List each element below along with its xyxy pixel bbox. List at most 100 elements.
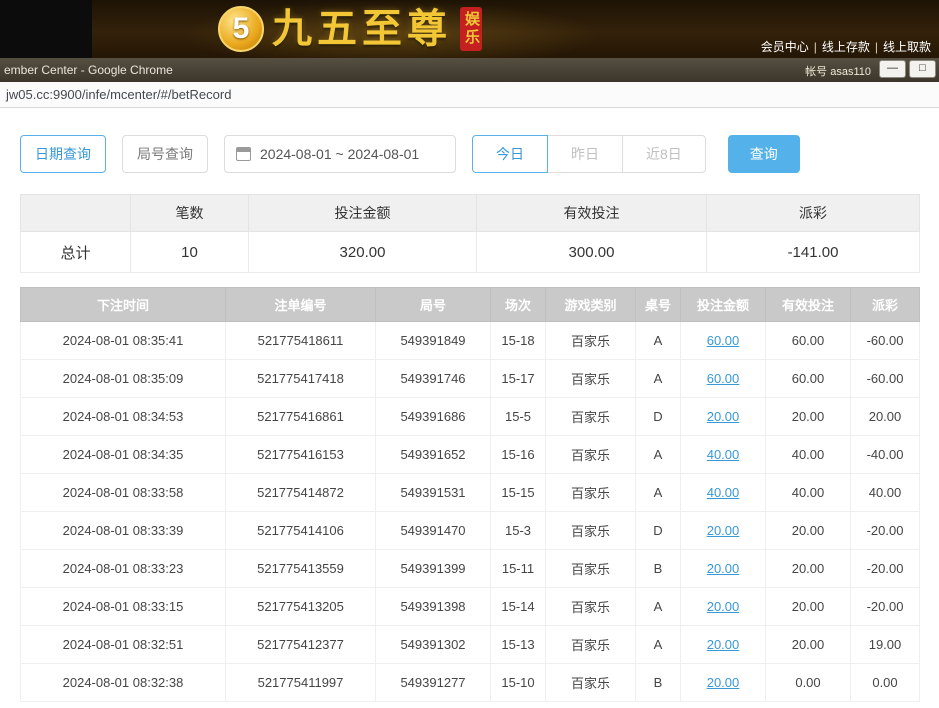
cell-bet-time: 2024-08-01 08:34:35 xyxy=(21,436,226,474)
cell-bet-time: 2024-08-01 08:33:15 xyxy=(21,588,226,626)
cell-session: 15-10 xyxy=(491,664,546,702)
cell-bet-time: 2024-08-01 08:32:38 xyxy=(21,664,226,702)
bet-amount-link[interactable]: 40.00 xyxy=(707,447,740,462)
cell-bet-no: 521775412377 xyxy=(226,626,376,664)
table-row: 2024-08-01 08:35:41 521775418611 5493918… xyxy=(21,322,920,360)
cell-bet-time: 2024-08-01 08:33:58 xyxy=(21,474,226,512)
cell-payout: 0.00 xyxy=(851,664,920,702)
cell-bet-amount: 20.00 xyxy=(681,626,766,664)
summary-valid-bet-value: 300.00 xyxy=(477,232,707,273)
summary-header-bet-amount: 投注金额 xyxy=(249,195,477,232)
table-row: 2024-08-01 08:33:39 521775414106 5493914… xyxy=(21,512,920,550)
cell-table-no: A xyxy=(636,626,681,664)
logo-text: 九五至尊 xyxy=(272,5,452,53)
logo-entertainment-badge: 娱乐 xyxy=(460,7,482,51)
cell-valid-bet: 60.00 xyxy=(766,360,851,398)
table-row: 2024-08-01 08:33:15 521775413205 5493913… xyxy=(21,588,920,626)
col-header-bet-amount: 投注金额 xyxy=(681,288,766,322)
bet-amount-link[interactable]: 20.00 xyxy=(707,637,740,652)
cell-bet-time: 2024-08-01 08:35:09 xyxy=(21,360,226,398)
cell-table-no: A xyxy=(636,588,681,626)
cell-bet-amount: 40.00 xyxy=(681,436,766,474)
top-nav: 会员中心|线上存款|线上取款 xyxy=(761,38,931,55)
cell-session: 15-14 xyxy=(491,588,546,626)
site-logo: 5 九五至尊 娱乐 xyxy=(218,5,482,53)
table-row: 2024-08-01 08:34:53 521775416861 5493916… xyxy=(21,398,920,436)
cell-round-no: 549391277 xyxy=(376,664,491,702)
minimize-button[interactable]: — xyxy=(879,60,906,78)
date-range-value: 2024-08-01 ~ 2024-08-01 xyxy=(260,146,419,162)
bet-amount-link[interactable]: 20.00 xyxy=(707,409,740,424)
quick-yesterday-button[interactable]: 昨日 xyxy=(547,135,623,173)
col-header-bet-time: 下注时间 xyxy=(21,288,226,322)
table-row: 2024-08-01 08:33:23 521775413559 5493913… xyxy=(21,550,920,588)
bet-amount-link[interactable]: 20.00 xyxy=(707,599,740,614)
date-query-tab[interactable]: 日期查询 xyxy=(20,135,106,173)
bet-amount-link[interactable]: 40.00 xyxy=(707,485,740,500)
cell-bet-amount: 20.00 xyxy=(681,398,766,436)
cell-game-type: 百家乐 xyxy=(546,512,636,550)
quick-today-button[interactable]: 今日 xyxy=(472,135,548,173)
cell-round-no: 549391470 xyxy=(376,512,491,550)
col-header-session: 场次 xyxy=(491,288,546,322)
cell-session: 15-15 xyxy=(491,474,546,512)
nav-member-center[interactable]: 会员中心 xyxy=(761,40,809,54)
cell-session: 15-16 xyxy=(491,436,546,474)
cell-game-type: 百家乐 xyxy=(546,322,636,360)
cell-game-type: 百家乐 xyxy=(546,360,636,398)
date-range-input[interactable]: 2024-08-01 ~ 2024-08-01 xyxy=(224,135,456,173)
round-query-tab[interactable]: 局号查询 xyxy=(122,135,208,173)
col-header-table-no: 桌号 xyxy=(636,288,681,322)
cell-bet-amount: 60.00 xyxy=(681,360,766,398)
cell-bet-time: 2024-08-01 08:34:53 xyxy=(21,398,226,436)
cell-round-no: 549391398 xyxy=(376,588,491,626)
browser-urlbar[interactable]: jw05.cc:9900/infe/mcenter/#/betRecord xyxy=(0,82,939,108)
bet-amount-link[interactable]: 60.00 xyxy=(707,333,740,348)
quick-range-group: 今日 昨日 近8日 xyxy=(472,135,706,173)
filter-bar: 日期查询 局号查询 2024-08-01 ~ 2024-08-01 今日 昨日 … xyxy=(20,134,919,174)
nav-online-deposit[interactable]: 线上存款 xyxy=(822,40,870,54)
col-header-valid-bet: 有效投注 xyxy=(766,288,851,322)
account-info: 帐号 asas110 xyxy=(805,63,871,79)
table-row: 2024-08-01 08:32:51 521775412377 5493913… xyxy=(21,626,920,664)
bet-amount-link[interactable]: 60.00 xyxy=(707,371,740,386)
bet-table-body: 2024-08-01 08:35:41 521775418611 5493918… xyxy=(21,322,920,702)
cell-bet-time: 2024-08-01 08:33:23 xyxy=(21,550,226,588)
cell-round-no: 549391746 xyxy=(376,360,491,398)
bet-record-page: 日期查询 局号查询 2024-08-01 ~ 2024-08-01 今日 昨日 … xyxy=(0,108,939,702)
cell-session: 15-5 xyxy=(491,398,546,436)
col-header-bet-no: 注单编号 xyxy=(226,288,376,322)
restore-button[interactable]: □ xyxy=(909,60,936,78)
cell-bet-amount: 20.00 xyxy=(681,588,766,626)
cell-table-no: A xyxy=(636,436,681,474)
summary-header-blank xyxy=(21,195,131,232)
summary-bet-amount-value: 320.00 xyxy=(249,232,477,273)
nav-online-withdraw[interactable]: 线上取款 xyxy=(883,40,931,54)
cell-payout: -60.00 xyxy=(851,360,920,398)
col-header-round-no: 局号 xyxy=(376,288,491,322)
cell-round-no: 549391652 xyxy=(376,436,491,474)
window-title: ember Center - Google Chrome xyxy=(4,63,173,77)
cell-session: 15-11 xyxy=(491,550,546,588)
cell-table-no: A xyxy=(636,474,681,512)
cell-round-no: 549391399 xyxy=(376,550,491,588)
summary-header-valid-bet: 有效投注 xyxy=(477,195,707,232)
cell-game-type: 百家乐 xyxy=(546,398,636,436)
quick-last8days-button[interactable]: 近8日 xyxy=(622,135,706,173)
cell-round-no: 549391302 xyxy=(376,626,491,664)
summary-header-payout: 派彩 xyxy=(707,195,920,232)
summary-table: 笔数 投注金额 有效投注 派彩 总计 10 320.00 300.00 -141… xyxy=(20,194,920,273)
search-button[interactable]: 查询 xyxy=(728,135,800,173)
bet-amount-link[interactable]: 20.00 xyxy=(707,523,740,538)
bet-table-header-row: 下注时间 注单编号 局号 场次 游戏类别 桌号 投注金额 有效投注 派彩 xyxy=(21,288,920,322)
cell-payout: 20.00 xyxy=(851,398,920,436)
table-row: 2024-08-01 08:32:38 521775411997 5493912… xyxy=(21,664,920,702)
bet-amount-link[interactable]: 20.00 xyxy=(707,561,740,576)
cell-bet-no: 521775416861 xyxy=(226,398,376,436)
cell-valid-bet: 60.00 xyxy=(766,322,851,360)
cell-valid-bet: 20.00 xyxy=(766,588,851,626)
summary-count-value: 10 xyxy=(131,232,249,273)
bet-amount-link[interactable]: 20.00 xyxy=(707,675,740,690)
cell-bet-amount: 20.00 xyxy=(681,550,766,588)
cell-bet-no: 521775416153 xyxy=(226,436,376,474)
